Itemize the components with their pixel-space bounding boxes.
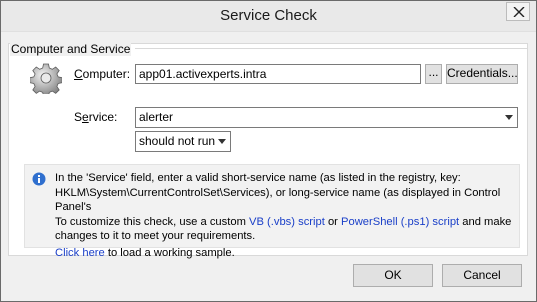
title-bar: Service Check (1, 1, 536, 32)
info-line-4: changes to it to meet your requirements. (55, 230, 256, 243)
ok-button[interactable]: OK (353, 264, 433, 287)
computer-label: Computer: (74, 67, 131, 81)
info-text: In the 'Service' field, enter a valid sh… (55, 171, 517, 261)
condition-select[interactable]: should not run (135, 131, 231, 152)
gear-icon (30, 63, 62, 94)
ps1-script-link[interactable]: PowerShell (.ps1) script (341, 216, 459, 228)
click-here-link[interactable]: Click here (55, 247, 105, 259)
service-value: alerter (139, 110, 174, 124)
info-line-5: Click here to load a working sample. (55, 246, 235, 259)
group-label: Computer and Service (10, 42, 132, 56)
close-button[interactable] (506, 2, 530, 21)
group-divider (135, 48, 528, 49)
credentials-button[interactable]: Credentials... (446, 64, 518, 84)
browse-computer-button[interactable]: ... (425, 64, 442, 84)
service-combobox[interactable]: alerter (135, 107, 518, 128)
chevron-down-icon (505, 115, 513, 120)
chevron-down-icon (218, 139, 226, 144)
close-icon (513, 7, 525, 17)
info-icon (32, 172, 46, 186)
vbs-script-link[interactable]: VB (.vbs) script (249, 216, 325, 228)
info-line-2: HKLM\System\CurrentControlSet\Services),… (55, 186, 501, 214)
condition-value: should not run (139, 134, 216, 148)
cancel-button[interactable]: Cancel (442, 264, 522, 287)
computer-input[interactable]: app01.activexperts.intra (135, 64, 421, 84)
info-line-1: In the 'Service' field, enter a valid sh… (55, 172, 461, 184)
service-label: Service: (74, 110, 118, 124)
info-line-3: To customize this check, use a custom VB… (55, 215, 512, 228)
window-title: Service Check (220, 7, 317, 24)
